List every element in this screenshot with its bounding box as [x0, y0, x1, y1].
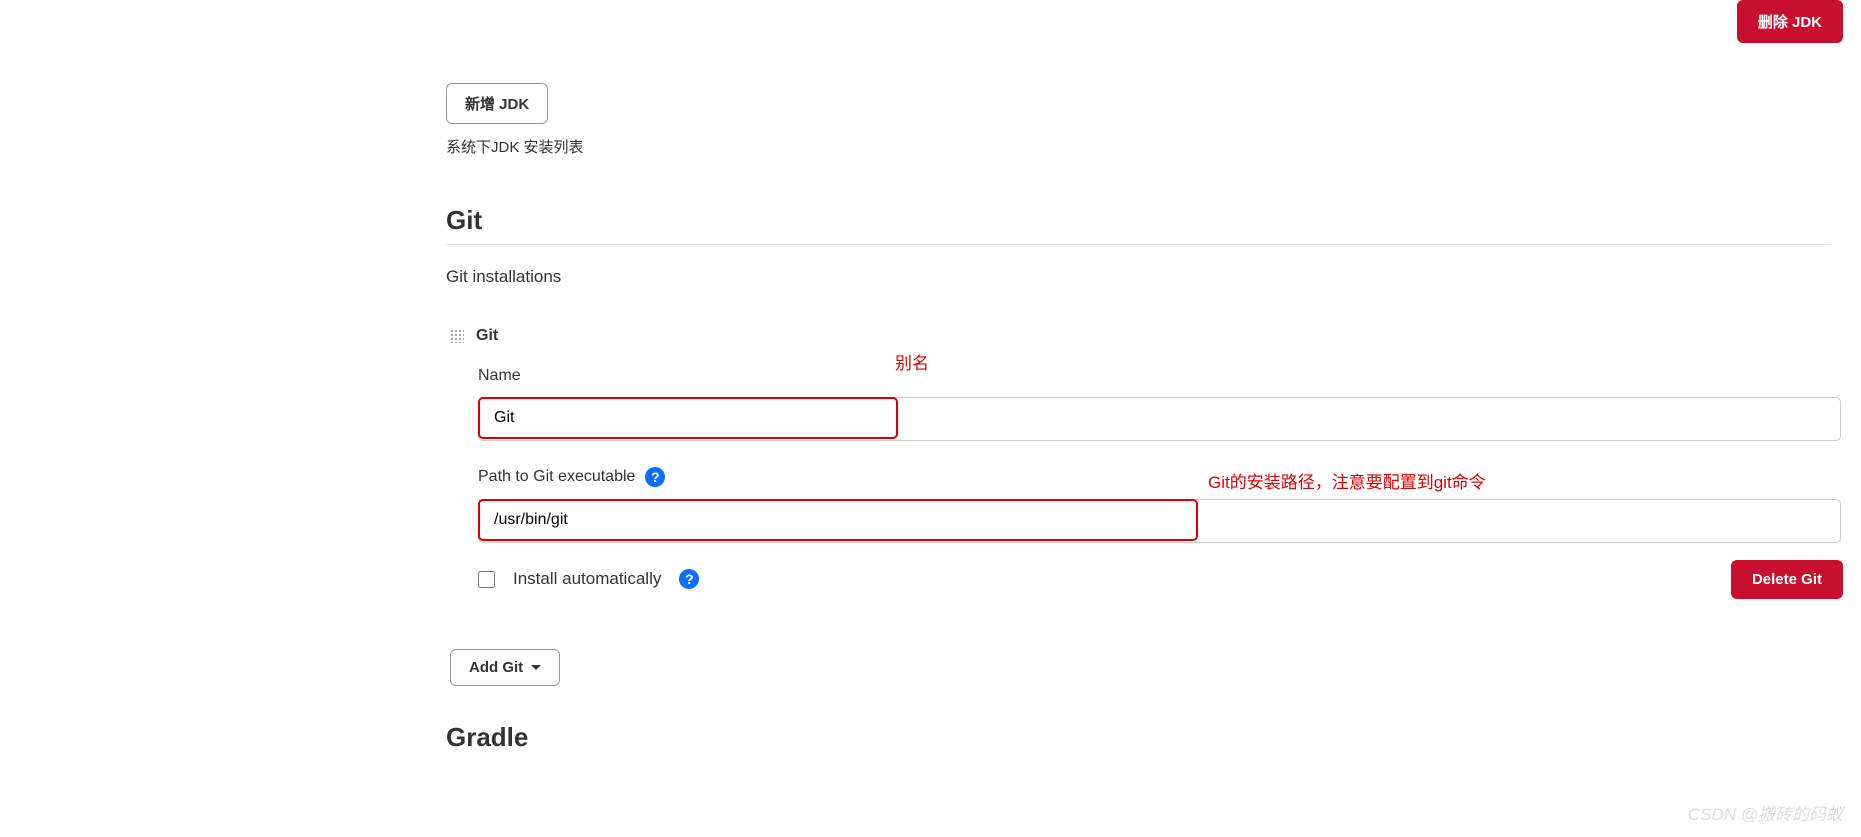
- caret-down-icon: [531, 665, 541, 670]
- delete-git-button[interactable]: Delete Git: [1731, 560, 1843, 599]
- watermark: CSDN @搬砖的码蚁: [1688, 800, 1843, 825]
- delete-jdk-button[interactable]: 删除 JDK: [1737, 0, 1843, 43]
- git-path-label: Path to Git executable: [478, 468, 635, 486]
- annotation-path: Git的安装路径，注意要配置到git命令: [1208, 468, 1486, 493]
- git-installations-label: Git installations: [446, 267, 1841, 287]
- drag-handle-icon[interactable]: [450, 329, 464, 343]
- add-git-label: Add Git: [469, 659, 523, 676]
- git-section-title: Git: [446, 205, 1831, 245]
- help-icon[interactable]: ?: [645, 467, 665, 487]
- git-name-label: Name: [478, 367, 1841, 385]
- gradle-section-title: Gradle: [446, 722, 1841, 753]
- git-path-input[interactable]: [478, 499, 1198, 541]
- git-item-label: Git: [476, 327, 498, 345]
- add-git-button[interactable]: Add Git: [450, 649, 560, 686]
- install-auto-checkbox[interactable]: [478, 571, 495, 588]
- jdk-list-description: 系统下JDK 安装列表: [446, 136, 1841, 157]
- git-name-input[interactable]: [478, 397, 898, 439]
- install-auto-label: Install automatically: [513, 569, 661, 589]
- add-jdk-button[interactable]: 新增 JDK: [446, 83, 548, 124]
- annotation-name: 别名: [895, 349, 929, 374]
- help-icon[interactable]: ?: [679, 569, 699, 589]
